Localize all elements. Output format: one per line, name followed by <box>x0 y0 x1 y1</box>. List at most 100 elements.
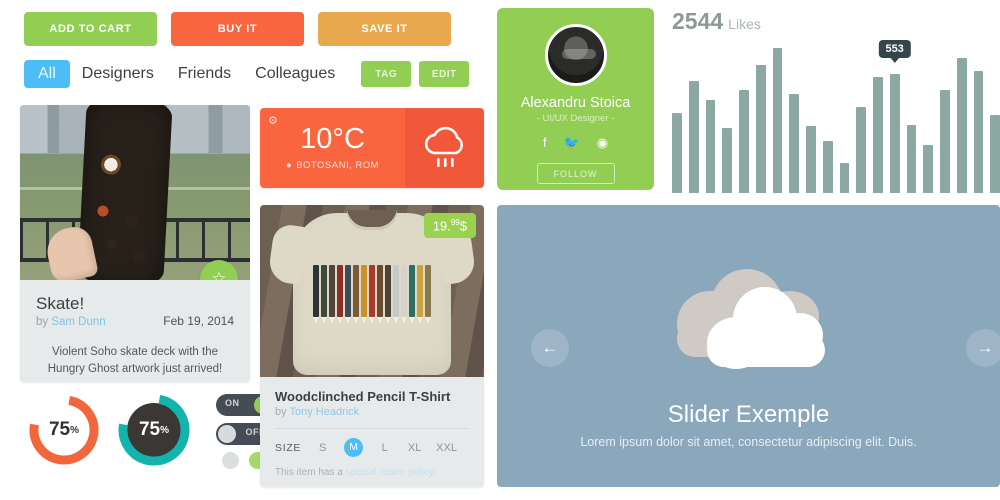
donut-left-label: 75% <box>26 392 102 468</box>
stats-panel: 75% 75% ON OFF <box>20 392 274 492</box>
donut-chart-left: 75% <box>26 392 102 468</box>
slider-next-arrow-icon[interactable]: → <box>966 329 1000 367</box>
gear-icon[interactable]: ⚙ <box>268 114 278 127</box>
by-prefix: by <box>36 316 52 328</box>
donut-right-suffix: % <box>160 424 170 436</box>
product-photo: 19.99$ <box>260 205 484 377</box>
bar-4[interactable] <box>722 127 732 193</box>
weather-info: ⚙ 10°C ● BOTOSANI, ROM <box>260 108 405 188</box>
size-option-l[interactable]: L <box>376 442 393 454</box>
add-to-cart-button[interactable]: ADD TO CART <box>24 12 157 46</box>
skate-card-date: Feb 19, 2014 <box>163 314 234 328</box>
star-icon[interactable]: ☆ <box>200 260 238 280</box>
facebook-icon[interactable]: f <box>543 135 547 151</box>
size-label: SIZE <box>275 441 302 454</box>
product-details: Woodclinched Pencil T-Shirt by Tony Head… <box>260 377 484 486</box>
slider-subtitle: Lorem ipsum dolor sit amet, consectetur … <box>580 435 917 449</box>
bar-17[interactable] <box>940 90 950 193</box>
tag-button[interactable]: TAG <box>361 61 412 87</box>
weather-location-text: BOTOSANI, ROM <box>296 160 380 171</box>
price-cents: 99 <box>450 218 460 227</box>
bar-10[interactable] <box>822 140 833 193</box>
bar-13[interactable] <box>873 77 883 193</box>
weather-location: ● BOTOSANI, ROM <box>286 160 379 171</box>
dribbble-icon[interactable]: ◉ <box>597 135 608 151</box>
weather-temperature: 10°C <box>300 123 365 155</box>
toggle-on-label: ON <box>225 398 240 408</box>
profile-role: - UI/UX Designer - <box>536 113 615 124</box>
location-pin-icon: ● <box>285 160 293 171</box>
bar-list: 553 <box>672 40 1000 193</box>
tab-colleagues[interactable]: Colleagues <box>243 61 347 87</box>
donut-chart-right: 75% <box>116 392 192 468</box>
size-option-m[interactable]: M <box>344 438 364 457</box>
product-by-prefix: by <box>275 406 290 418</box>
dashboard-root: ADD TO CART BUY IT SAVE IT All Designers… <box>0 0 1000 500</box>
avatar <box>544 24 607 86</box>
donut-left-suffix: % <box>70 424 80 436</box>
skate-photo: ☆ <box>20 105 250 280</box>
slider-prev-arrow-icon[interactable]: ← <box>531 329 569 367</box>
bar-2[interactable] <box>688 81 699 193</box>
tab-friends[interactable]: Friends <box>166 61 243 87</box>
edit-button[interactable]: EDIT <box>419 61 470 87</box>
product-author[interactable]: Tony Headrick <box>289 406 359 418</box>
bar-19[interactable] <box>973 71 984 193</box>
slider-panel[interactable]: Slider Exemple Lorem ipsum dolor sit ame… <box>497 205 1000 487</box>
price-currency: $ <box>459 218 467 234</box>
bar-18[interactable] <box>956 58 967 193</box>
cloud-illustration <box>649 265 849 369</box>
bar-5[interactable] <box>739 90 749 193</box>
filter-tab-row: All Designers Friends Colleagues TAG EDI… <box>24 60 470 88</box>
likes-bar-chart: 553 <box>672 40 1000 193</box>
bar-11[interactable] <box>839 162 850 193</box>
product-title: Woodclinched Pencil T-Shirt <box>275 389 451 404</box>
price-main: 19. <box>432 218 451 234</box>
skate-card-title: Skate! <box>36 294 85 313</box>
divider <box>275 428 469 429</box>
bar-6[interactable] <box>755 65 766 193</box>
cloud-rain-icon <box>424 126 463 167</box>
policy-text: This item has a <box>275 467 346 478</box>
likes-count: 2544 <box>672 8 724 34</box>
toggle-off-knob <box>218 425 236 443</box>
weather-widget[interactable]: ⚙ 10°C ● BOTOSANI, ROM <box>260 108 484 188</box>
bar-15[interactable] <box>906 124 917 193</box>
profile-social-row: f 🐦 ◉ <box>543 135 608 151</box>
price-badge[interactable]: 19.99$ <box>423 213 476 239</box>
size-option-xxl[interactable]: XXL <box>436 442 457 454</box>
save-it-button[interactable]: SAVE IT <box>318 12 451 46</box>
special-return-policy-link[interactable]: special return policy. <box>346 467 436 478</box>
bar-8[interactable] <box>789 94 799 193</box>
twitter-icon[interactable]: 🐦 <box>564 135 580 151</box>
bar-20[interactable] <box>990 114 1000 193</box>
skate-card-description: Violent Soho skate deck with the Hungry … <box>47 346 223 375</box>
size-option-xl[interactable]: XL <box>406 442 423 454</box>
skate-photo-card[interactable]: ☆ Skate! by Sam Dunn Feb 19, 2014 Violen… <box>20 105 250 382</box>
bar-14[interactable]: 553 <box>878 40 911 193</box>
dot-inactive[interactable] <box>222 452 239 469</box>
buy-it-button[interactable]: BUY IT <box>171 12 304 46</box>
action-button-row: ADD TO CART BUY IT SAVE IT <box>24 12 451 46</box>
product-byline: by Tony Headrick <box>275 406 469 418</box>
tshirt-collar <box>347 210 397 230</box>
bar-12[interactable] <box>856 107 866 193</box>
size-option-s[interactable]: S <box>314 442 331 454</box>
bar-3[interactable] <box>705 100 716 193</box>
skate-card-author[interactable]: Sam Dunn <box>51 316 105 328</box>
bar-9[interactable] <box>806 126 816 193</box>
bar-7[interactable] <box>772 48 783 193</box>
tab-all[interactable]: All <box>24 60 70 88</box>
skate-card-body: Skate! by Sam Dunn Feb 19, 2014 Violent … <box>20 280 250 382</box>
tab-designers[interactable]: Designers <box>70 61 166 87</box>
likes-word: Likes <box>728 16 761 32</box>
donut-right-value: 75 <box>138 419 161 440</box>
follow-button[interactable]: FOLLOW <box>536 163 615 184</box>
likes-header: 2544 Likes <box>672 8 761 35</box>
return-policy-note: This item has a special return policy. <box>275 467 469 478</box>
donut-left-value: 75 <box>48 419 71 440</box>
product-card[interactable]: 19.99$ Woodclinched Pencil T-Shirt by To… <box>260 205 484 487</box>
bar-1[interactable] <box>672 113 682 193</box>
bar-16[interactable] <box>923 145 933 193</box>
profile-card[interactable]: Alexandru Stoica - UI/UX Designer - f 🐦 … <box>497 8 654 190</box>
